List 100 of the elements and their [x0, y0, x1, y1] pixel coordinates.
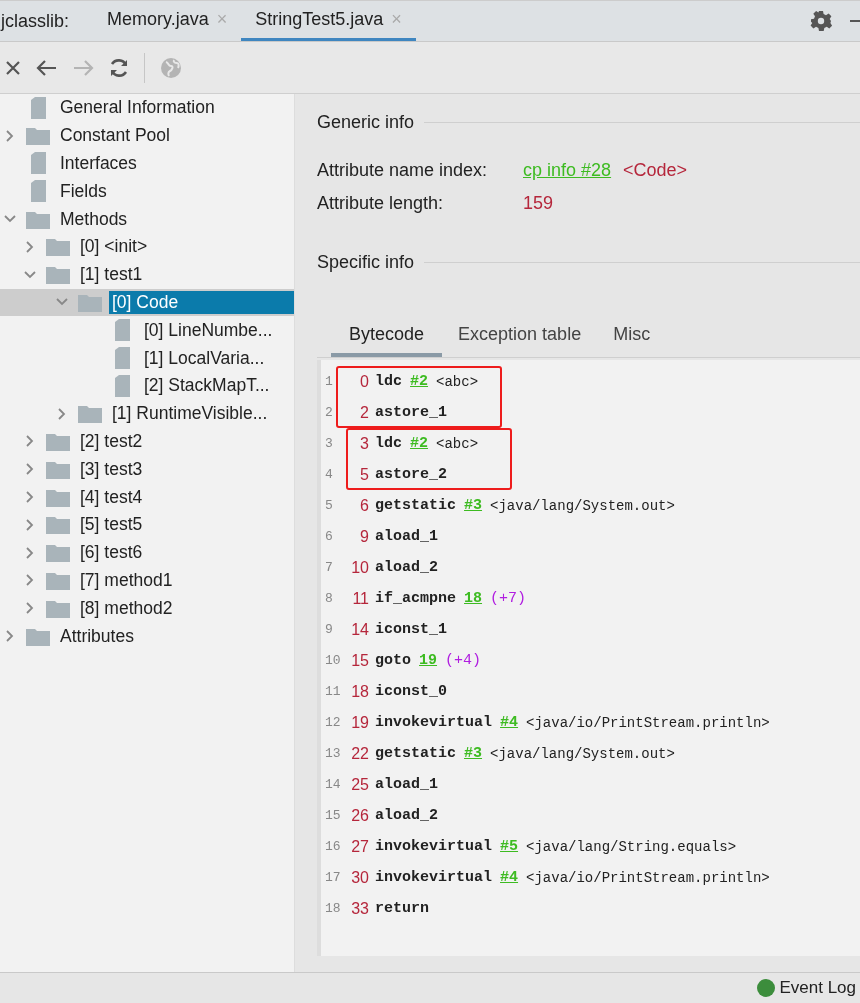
folder-icon	[46, 543, 70, 563]
tool-window-title: jclasslib:	[1, 10, 70, 32]
tree-item[interactable]: Constant Pool	[57, 124, 173, 148]
folder-icon	[26, 626, 50, 646]
line-number: 8	[324, 591, 334, 606]
line-number: 2	[324, 405, 334, 420]
field-value: <Code>	[623, 160, 688, 181]
operand-comment: <java/lang/System.out>	[490, 745, 675, 762]
line-number: 17	[324, 870, 342, 885]
folder-icon	[46, 265, 70, 285]
folder-icon	[46, 459, 70, 479]
line-number: 16	[324, 839, 342, 854]
panel-tab[interactable]: Misc	[597, 316, 667, 357]
opcode: aload_1	[375, 776, 438, 793]
tree-item[interactable]: [2] StackMapT...	[141, 374, 273, 398]
folder-icon	[46, 487, 70, 507]
tree-item[interactable]: [5] test5	[77, 513, 146, 537]
tree-item[interactable]: [0] Code	[109, 290, 294, 314]
refresh-icon[interactable]	[108, 56, 130, 79]
bytecode-offset: 25	[350, 775, 369, 794]
line-number: 10	[324, 653, 342, 668]
line-number: 13	[324, 746, 342, 761]
branch-offset: (+4)	[445, 652, 482, 669]
line-number: 9	[324, 622, 334, 637]
bytecode-offset: 2	[359, 403, 369, 422]
opcode: iconst_1	[375, 621, 447, 638]
opcode: invokevirtual	[375, 838, 493, 855]
bytecode-offset: 22	[350, 744, 369, 763]
tree-item[interactable]: [7] method1	[77, 568, 176, 592]
tree-item[interactable]: Attributes	[57, 624, 137, 648]
folder-icon	[26, 126, 50, 146]
line-number: 1	[324, 374, 334, 389]
opcode: iconst_0	[375, 683, 447, 700]
operand-comment: <java/lang/System.out>	[490, 497, 675, 514]
close-icon[interactable]	[4, 58, 22, 77]
tree-item[interactable]: General Information	[57, 96, 218, 120]
bytecode-offset: 9	[359, 527, 369, 546]
bytecode-offset: 11	[351, 589, 369, 608]
opcode: astore_1	[375, 404, 447, 421]
operand-comment: <java/lang/String.equals>	[526, 838, 737, 855]
tree-item[interactable]: [0] <init>	[77, 235, 151, 259]
folder-icon	[78, 404, 102, 424]
bytecode-offset: 26	[350, 806, 369, 825]
editor-tab[interactable]: Memory.java ×	[93, 1, 242, 41]
operand-comment: <java/io/PrintStream.println>	[526, 714, 770, 731]
opcode: return	[375, 900, 429, 917]
opcode: ldc	[375, 373, 402, 390]
event-log-button[interactable]: Event Log	[779, 978, 856, 998]
notification-icon	[757, 979, 776, 997]
tree-item[interactable]: [3] test3	[77, 457, 146, 481]
field-label: Attribute name index:	[317, 160, 489, 181]
tree-item[interactable]: Fields	[57, 179, 110, 203]
bytecode-offset: 5	[359, 465, 369, 484]
line-number: 3	[324, 436, 334, 451]
bytecode-offset: 10	[350, 558, 369, 577]
operand-comment: <abc>	[436, 373, 479, 390]
line-number: 15	[324, 808, 342, 823]
settings-icon[interactable]	[810, 10, 832, 32]
tree-item[interactable]: [0] LineNumbe...	[141, 318, 276, 342]
bytecode-offset: 19	[350, 713, 369, 732]
opcode: invokevirtual	[375, 714, 493, 731]
line-number: 6	[324, 529, 334, 544]
bytecode-offset: 14	[350, 620, 369, 639]
opcode: aload_2	[375, 559, 438, 576]
folder-icon	[46, 515, 70, 535]
opcode: aload_2	[375, 807, 438, 824]
tree-item[interactable]: Interfaces	[57, 152, 140, 175]
bytecode-offset: 18	[350, 682, 369, 701]
tree-item[interactable]: [6] test6	[77, 541, 146, 565]
opcode: astore_2	[375, 466, 447, 483]
opcode: aload_1	[375, 528, 438, 545]
tree-item[interactable]: [1] LocalVaria...	[141, 346, 268, 370]
folder-icon	[46, 237, 70, 257]
folder-icon	[46, 598, 70, 618]
bytecode-offset: 33	[350, 899, 369, 918]
tree-item[interactable]: [2] test2	[77, 429, 146, 453]
line-number: 7	[324, 560, 334, 575]
folder-icon	[46, 431, 70, 451]
bytecode-offset: 3	[359, 434, 369, 453]
bytecode-offset: 30	[350, 868, 369, 887]
folder-icon	[26, 209, 50, 229]
tree-item[interactable]: [1] test1	[77, 263, 146, 287]
panel-tab[interactable]: Exception table	[442, 316, 598, 357]
tree-item[interactable]: [8] method2	[77, 596, 176, 620]
folder-icon	[78, 292, 102, 312]
line-number: 4	[324, 467, 334, 482]
opcode: ldc	[375, 435, 402, 452]
tree-item[interactable]: [1] RuntimeVisible...	[109, 402, 271, 426]
line-number: 12	[324, 715, 342, 730]
line-number: 11	[324, 684, 342, 699]
opcode: invokevirtual	[375, 869, 493, 886]
opcode: getstatic	[375, 497, 456, 514]
tree-item[interactable]: [4] test4	[77, 485, 146, 509]
field-label: Attribute length:	[317, 193, 445, 214]
tree-item[interactable]: Methods	[57, 207, 131, 231]
line-number: 5	[324, 498, 334, 513]
operand-comment: <abc>	[436, 435, 479, 452]
branch-offset: (+7)	[490, 590, 527, 607]
back-arrow-icon[interactable]	[36, 58, 58, 77]
section-title: Generic info	[317, 111, 415, 133]
